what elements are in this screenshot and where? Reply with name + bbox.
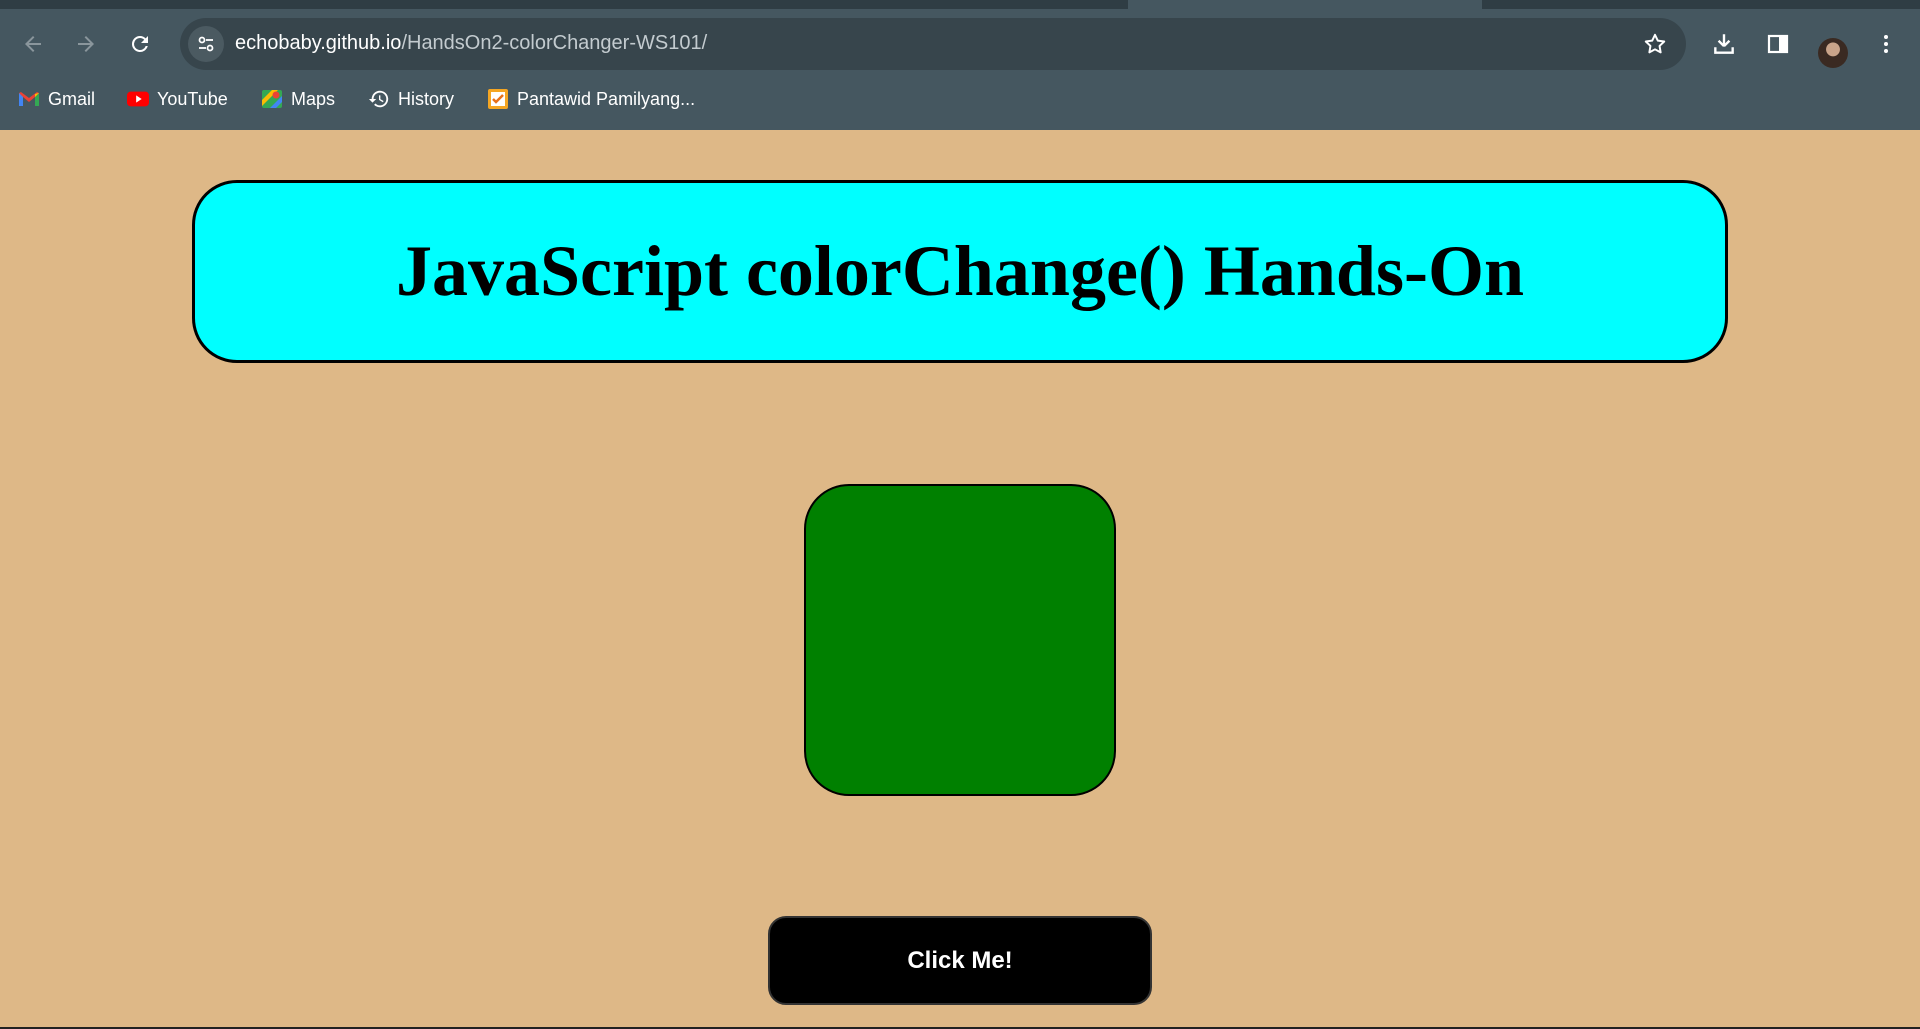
reload-icon	[132, 36, 148, 52]
youtube-icon	[127, 88, 149, 110]
profile-avatar[interactable]	[1818, 38, 1848, 68]
bookmark-label: Pantawid Pamilyang...	[517, 88, 696, 109]
pantawid-icon	[487, 88, 509, 110]
forward-arrow-icon	[78, 36, 94, 52]
side-panel-icon	[1767, 34, 1789, 54]
tune-icon	[198, 36, 214, 52]
address-bar[interactable]: echobaby.github.io/HandsOn2-colorChanger…	[180, 18, 1686, 70]
bookmark-youtube[interactable]: YouTube	[127, 86, 228, 112]
url-path: /HandsOn2-colorChanger-WS101/	[401, 32, 708, 54]
site-info-button[interactable]	[188, 26, 224, 62]
maps-icon	[261, 88, 283, 110]
bookmark-label: YouTube	[157, 88, 228, 109]
back-arrow-icon	[25, 36, 41, 52]
bookmark-pantawid[interactable]: Pantawid Pamilyang...	[487, 86, 695, 112]
browser-chrome: echobaby.github.io/HandsOn2-colorChanger…	[0, 0, 1920, 130]
bookmark-maps[interactable]: Maps	[261, 86, 335, 112]
bookmark-history[interactable]: History	[368, 86, 454, 112]
reload-button[interactable]	[122, 26, 158, 62]
browser-toolbar: echobaby.github.io/HandsOn2-colorChanger…	[0, 9, 1920, 77]
side-panel-button[interactable]	[1760, 26, 1796, 62]
bookmark-star-icon[interactable]	[1642, 31, 1668, 57]
bookmark-label: Gmail	[48, 88, 96, 109]
active-tab[interactable]	[1128, 0, 1482, 9]
tab-strip	[0, 0, 1920, 9]
bookmarks-bar: Gmail YouTube Maps History Pantawid Pami…	[0, 79, 1920, 119]
download-icon	[1714, 34, 1734, 54]
color-box	[804, 484, 1116, 796]
click-me-button[interactable]: Click Me!	[768, 916, 1152, 1005]
page-title: JavaScript colorChange() Hands-On	[395, 231, 1525, 311]
bookmark-gmail[interactable]: Gmail	[18, 86, 95, 112]
bookmark-label: Maps	[291, 88, 336, 109]
menu-button[interactable]	[1868, 26, 1904, 62]
url-domain: echobaby.github.io	[235, 32, 402, 54]
more-vertical-icon	[1884, 35, 1888, 53]
downloads-button[interactable]	[1706, 26, 1742, 62]
back-button[interactable]	[15, 26, 51, 62]
history-icon	[368, 88, 390, 110]
forward-button[interactable]	[68, 26, 104, 62]
bookmark-label: History	[398, 88, 455, 109]
gmail-icon	[18, 88, 40, 110]
url-text[interactable]: echobaby.github.io/HandsOn2-colorChanger…	[235, 32, 707, 55]
heading-banner: JavaScript colorChange() Hands-On	[192, 180, 1728, 363]
